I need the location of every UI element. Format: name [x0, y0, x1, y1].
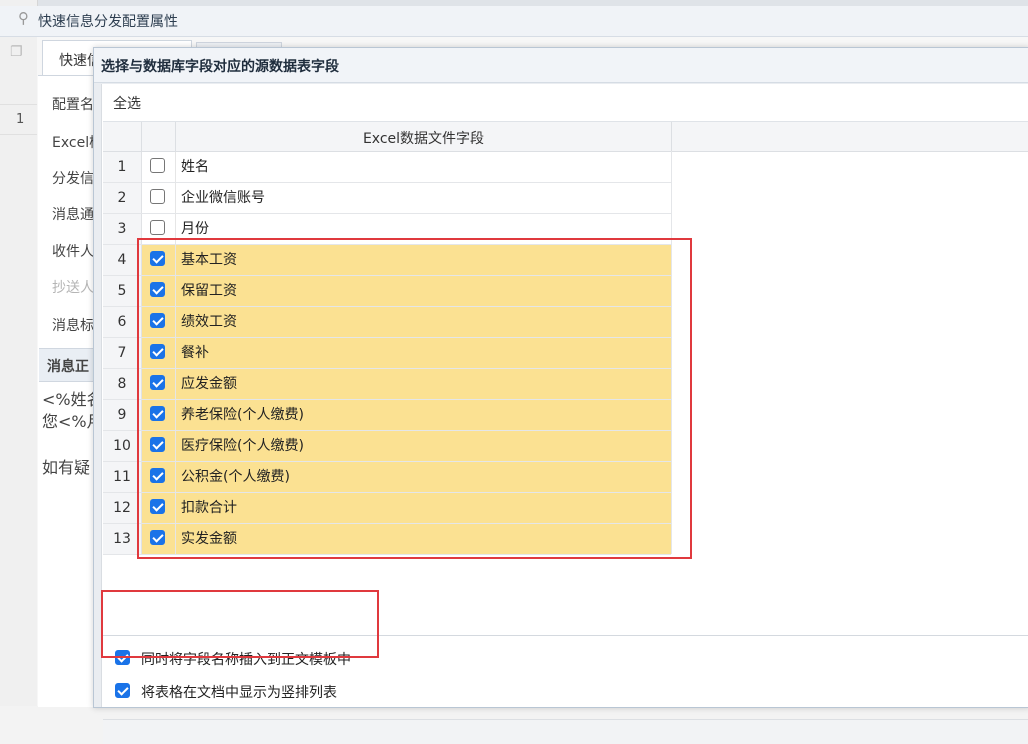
row-checkbox[interactable]	[150, 437, 165, 452]
window-title: 快速信息分发配置属性	[38, 14, 178, 30]
header-divider	[141, 122, 142, 151]
copy-icon[interactable]: ❐	[10, 44, 26, 60]
row-checkbox[interactable]	[150, 468, 165, 483]
divider	[0, 104, 37, 105]
row-checkbox-cell	[142, 462, 176, 492]
form-label-recipient: 收件人	[52, 244, 94, 260]
field-name-cell: 应发金额	[176, 369, 671, 399]
row-number: 13	[103, 524, 142, 554]
field-name-cell: 企业微信账号	[181, 190, 265, 206]
table-row[interactable]: 11 公积金(个人缴费)	[103, 462, 671, 493]
form-label-message-channel: 消息通	[52, 207, 94, 223]
row-checkbox[interactable]	[150, 158, 165, 173]
row-number: 3	[103, 214, 142, 244]
row-checkbox[interactable]	[150, 220, 165, 235]
message-body-title: 消息正	[47, 359, 89, 375]
row-checkbox[interactable]	[150, 313, 165, 328]
grid-header: Excel数据文件字段	[103, 122, 1028, 152]
field-select-dialog: 选择与数据库字段对应的源数据表字段 全选 Excel数据文件字段 1 姓名 2 企业微…	[93, 47, 1028, 744]
row-number: 6	[103, 307, 142, 337]
row-number: 12	[103, 493, 142, 523]
dialog-title-bar[interactable]: 选择与数据库字段对应的源数据表字段	[94, 48, 1028, 83]
table-row[interactable]: 8 应发金额	[103, 369, 671, 400]
option-label: 同时将字段名称插入到正文模板中	[141, 652, 351, 668]
row-number: 11	[103, 462, 142, 492]
left-side-panel: ❐ 1	[0, 0, 38, 706]
row-number: 10	[103, 431, 142, 461]
row-checkbox[interactable]	[150, 375, 165, 390]
row-number: 2	[103, 183, 142, 213]
row-checkbox-cell	[142, 338, 176, 368]
row-checkbox[interactable]	[150, 499, 165, 514]
row-checkbox-cell	[142, 369, 176, 399]
select-all-button[interactable]: 全选	[113, 93, 141, 113]
table-row[interactable]: 9 养老保险(个人缴费)	[103, 400, 671, 431]
row-checkbox[interactable]	[150, 344, 165, 359]
row-checkbox-cell	[142, 493, 176, 523]
table-row[interactable]: 5 保留工资	[103, 276, 671, 307]
table-row[interactable]: 4 基本工资	[103, 245, 671, 276]
row-checkbox-cell	[142, 276, 176, 306]
message-body-line: 如有疑	[42, 458, 91, 477]
column-divider	[671, 151, 672, 554]
row-checkbox[interactable]	[150, 282, 165, 297]
insert-field-names-checkbox[interactable]	[115, 650, 130, 665]
option-label: 将表格在文档中显示为竖排列表	[141, 685, 337, 701]
field-name-cell: 绩效工资	[176, 307, 671, 337]
vertical-list-checkbox[interactable]	[115, 683, 130, 698]
table-row[interactable]: 1 姓名	[103, 152, 671, 183]
field-name-cell: 基本工资	[176, 245, 671, 275]
row-number: 1	[16, 112, 25, 127]
form-label-message-title: 消息标	[52, 318, 94, 334]
row-checkbox-cell	[142, 214, 176, 244]
field-name-cell: 医疗保险(个人缴费)	[176, 431, 671, 461]
field-name-cell: 实发金额	[176, 524, 671, 554]
field-name-cell: 姓名	[181, 159, 209, 175]
row-checkbox-cell	[142, 152, 176, 182]
app-icon: ⚲	[18, 9, 29, 27]
row-checkbox[interactable]	[150, 251, 165, 266]
row-checkbox-cell	[142, 245, 176, 275]
window-title-bar: ⚲ 快速信息分发配置属性	[0, 6, 1028, 37]
row-number: 1	[103, 152, 142, 182]
row-checkbox-cell	[142, 307, 176, 337]
row-checkbox[interactable]	[150, 530, 165, 545]
field-name-cell: 公积金(个人缴费)	[176, 462, 671, 492]
dialog-title: 选择与数据库字段对应的源数据表字段	[101, 59, 339, 75]
table-row[interactable]: 6 绩效工资	[103, 307, 671, 338]
table-row[interactable]: 3 月份	[103, 214, 671, 245]
column-header-excel-field[interactable]: Excel数据文件字段	[176, 128, 671, 148]
field-grid: Excel数据文件字段 1 姓名 2 企业微信账号 3 月份 4 基本工资 5 保留工资 6 绩效工资…	[103, 121, 1028, 636]
form-label-distribute: 分发信	[52, 171, 94, 187]
message-body-header: 消息正	[39, 348, 100, 382]
table-row[interactable]: 13 实发金额	[103, 524, 671, 555]
field-name-cell: 扣款合计	[176, 493, 671, 523]
row-checkbox[interactable]	[150, 189, 165, 204]
form-label-config-name: 配置名	[52, 97, 94, 113]
divider	[0, 134, 37, 135]
table-row[interactable]: 7 餐补	[103, 338, 671, 369]
table-row[interactable]: 10 医疗保险(个人缴费)	[103, 431, 671, 462]
row-number: 8	[103, 369, 142, 399]
table-row[interactable]: 2 企业微信账号	[103, 183, 671, 214]
row-checkbox-cell	[142, 524, 176, 554]
field-name-cell: 餐补	[176, 338, 671, 368]
row-checkbox-cell	[142, 431, 176, 461]
row-checkbox[interactable]	[150, 406, 165, 421]
dialog-content: 全选 Excel数据文件字段 1 姓名 2 企业微信账号 3 月份 4 基本工资 5 保留工资 6 绩…	[101, 84, 1028, 744]
row-number: 7	[103, 338, 142, 368]
header-divider	[671, 122, 672, 151]
table-row[interactable]: 12 扣款合计	[103, 493, 671, 524]
row-checkbox-cell	[142, 400, 176, 430]
field-name-cell: 月份	[181, 221, 209, 237]
field-name-cell: 养老保险(个人缴费)	[176, 400, 671, 430]
dialog-footer	[103, 719, 1028, 744]
row-checkbox-cell	[142, 183, 176, 213]
row-number: 9	[103, 400, 142, 430]
row-number: 4	[103, 245, 142, 275]
form-label-cc: 抄送人	[52, 280, 94, 296]
field-name-cell: 保留工资	[176, 276, 671, 306]
row-number: 5	[103, 276, 142, 306]
